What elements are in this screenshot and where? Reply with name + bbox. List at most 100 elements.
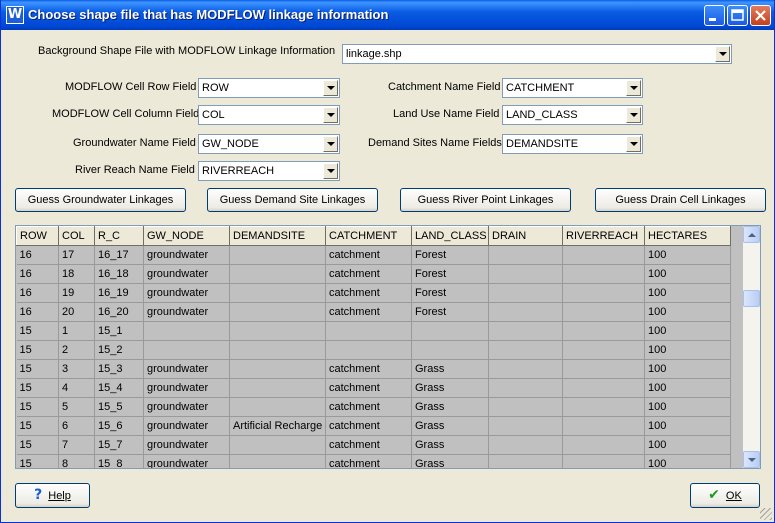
table-cell[interactable] <box>488 397 563 417</box>
table-cell[interactable]: 20 <box>58 302 95 322</box>
table-cell[interactable]: Grass <box>411 397 489 417</box>
scroll-thumb[interactable] <box>743 290 760 307</box>
column-header-col[interactable]: COL <box>58 226 95 246</box>
guess-demand-site-button[interactable]: Guess Demand Site Linkages <box>207 188 378 212</box>
table-cell[interactable]: 3 <box>58 359 95 379</box>
table-cell[interactable] <box>562 264 645 284</box>
table-cell[interactable] <box>411 340 489 360</box>
table-cell[interactable] <box>325 340 412 360</box>
table-row[interactable]: 16 20 16_20 groundwater catchment Forest 100 <box>16 302 731 322</box>
chevron-down-icon[interactable] <box>323 163 338 179</box>
table-cell[interactable]: catchment <box>325 245 412 265</box>
table-cell[interactable]: 100 <box>644 397 731 417</box>
table-cell[interactable]: groundwater <box>143 435 230 455</box>
table-row[interactable]: 15 2 15_2 100 <box>16 340 731 360</box>
table-cell[interactable]: 16_20 <box>94 302 144 322</box>
table-cell[interactable]: Forest <box>411 264 489 284</box>
table-row[interactable]: 15 6 15_6 groundwater Artificial Recharge cat… <box>16 416 731 436</box>
table-cell[interactable]: 100 <box>644 340 731 360</box>
table-cell[interactable]: 15_6 <box>94 416 144 436</box>
chevron-down-icon[interactable] <box>626 107 641 123</box>
table-cell[interactable] <box>488 435 563 455</box>
maximize-button[interactable] <box>727 5 748 26</box>
table-cell[interactable]: 16_18 <box>94 264 144 284</box>
table-cell[interactable]: 100 <box>644 283 731 303</box>
table-cell[interactable] <box>229 378 326 398</box>
column-field-select[interactable]: COL <box>198 105 340 125</box>
table-cell[interactable]: 15_2 <box>94 340 144 360</box>
table-cell[interactable]: 15_7 <box>94 435 144 455</box>
table-cell[interactable] <box>562 359 645 379</box>
table-cell[interactable]: 16_19 <box>94 283 144 303</box>
table-cell[interactable]: catchment <box>325 302 412 322</box>
table-cell[interactable]: Grass <box>411 435 489 455</box>
chevron-down-icon[interactable] <box>323 107 338 123</box>
table-cell[interactable]: groundwater <box>143 302 230 322</box>
column-header-drain[interactable]: DRAIN <box>488 226 563 246</box>
table-cell[interactable]: groundwater <box>143 454 230 468</box>
table-cell[interactable]: 15 <box>16 397 59 417</box>
ok-button[interactable]: ✔ OK <box>690 483 760 508</box>
linkage-table[interactable]: ROW COL R_C GW_NODE DEMANDSITE CATCHMENT LAND_… <box>15 225 761 469</box>
column-header-land-class[interactable]: LAND_CLASS <box>411 226 489 246</box>
table-cell[interactable] <box>488 245 563 265</box>
guess-drain-cell-button[interactable]: Guess Drain Cell Linkages <box>595 188 766 212</box>
chevron-down-icon[interactable] <box>626 136 641 152</box>
column-header-r-c[interactable]: R_C <box>94 226 144 246</box>
table-cell[interactable] <box>562 321 645 341</box>
table-cell[interactable] <box>488 416 563 436</box>
table-cell[interactable] <box>229 435 326 455</box>
table-cell[interactable]: 15 <box>16 321 59 341</box>
table-cell[interactable] <box>562 340 645 360</box>
table-cell[interactable] <box>562 378 645 398</box>
table-cell[interactable]: 2 <box>58 340 95 360</box>
table-cell[interactable]: catchment <box>325 264 412 284</box>
chevron-down-icon[interactable] <box>323 80 338 96</box>
minimize-button[interactable] <box>704 5 725 26</box>
scroll-down-icon[interactable] <box>743 451 760 468</box>
table-cell[interactable]: catchment <box>325 454 412 468</box>
column-header-catchment[interactable]: CATCHMENT <box>325 226 412 246</box>
close-button[interactable] <box>750 5 771 26</box>
table-cell[interactable]: Grass <box>411 378 489 398</box>
table-cell[interactable]: catchment <box>325 397 412 417</box>
table-cell[interactable]: groundwater <box>143 416 230 436</box>
table-cell[interactable]: 6 <box>58 416 95 436</box>
table-cell[interactable]: groundwater <box>143 264 230 284</box>
table-cell[interactable] <box>488 378 563 398</box>
chevron-down-icon[interactable] <box>323 136 338 152</box>
table-cell[interactable] <box>562 283 645 303</box>
table-cell[interactable]: 16 <box>16 283 59 303</box>
column-header-demandsite[interactable]: DEMANDSITE <box>229 226 326 246</box>
table-cell[interactable] <box>488 359 563 379</box>
table-cell[interactable]: 100 <box>644 264 731 284</box>
table-cell[interactable] <box>229 245 326 265</box>
table-cell[interactable] <box>229 302 326 322</box>
table-cell[interactable]: 15 <box>16 454 59 468</box>
guess-river-point-button[interactable]: Guess River Point Linkages <box>400 188 571 212</box>
background-file-select[interactable]: linkage.shp <box>342 44 732 64</box>
table-cell[interactable]: groundwater <box>143 378 230 398</box>
table-cell[interactable]: catchment <box>325 359 412 379</box>
table-cell[interactable]: Forest <box>411 245 489 265</box>
table-cell[interactable]: 16 <box>16 302 59 322</box>
table-cell[interactable] <box>229 397 326 417</box>
table-cell[interactable]: groundwater <box>143 359 230 379</box>
table-cell[interactable]: groundwater <box>143 245 230 265</box>
table-cell[interactable]: 17 <box>58 245 95 265</box>
table-cell[interactable] <box>562 416 645 436</box>
table-cell[interactable]: 100 <box>644 302 731 322</box>
land-use-field-select[interactable]: LAND_CLASS <box>502 105 643 125</box>
table-cell[interactable] <box>143 340 230 360</box>
table-cell[interactable]: catchment <box>325 378 412 398</box>
table-cell[interactable] <box>488 340 563 360</box>
table-cell[interactable]: 18 <box>58 264 95 284</box>
table-cell[interactable] <box>562 245 645 265</box>
table-cell[interactable]: 100 <box>644 321 731 341</box>
column-header-row[interactable]: ROW <box>16 226 59 246</box>
table-cell[interactable] <box>488 454 563 468</box>
table-row[interactable]: 16 17 16_17 groundwater catchment Forest 100 <box>16 245 731 265</box>
table-cell[interactable]: 100 <box>644 378 731 398</box>
table-cell[interactable]: groundwater <box>143 397 230 417</box>
table-cell[interactable] <box>229 264 326 284</box>
